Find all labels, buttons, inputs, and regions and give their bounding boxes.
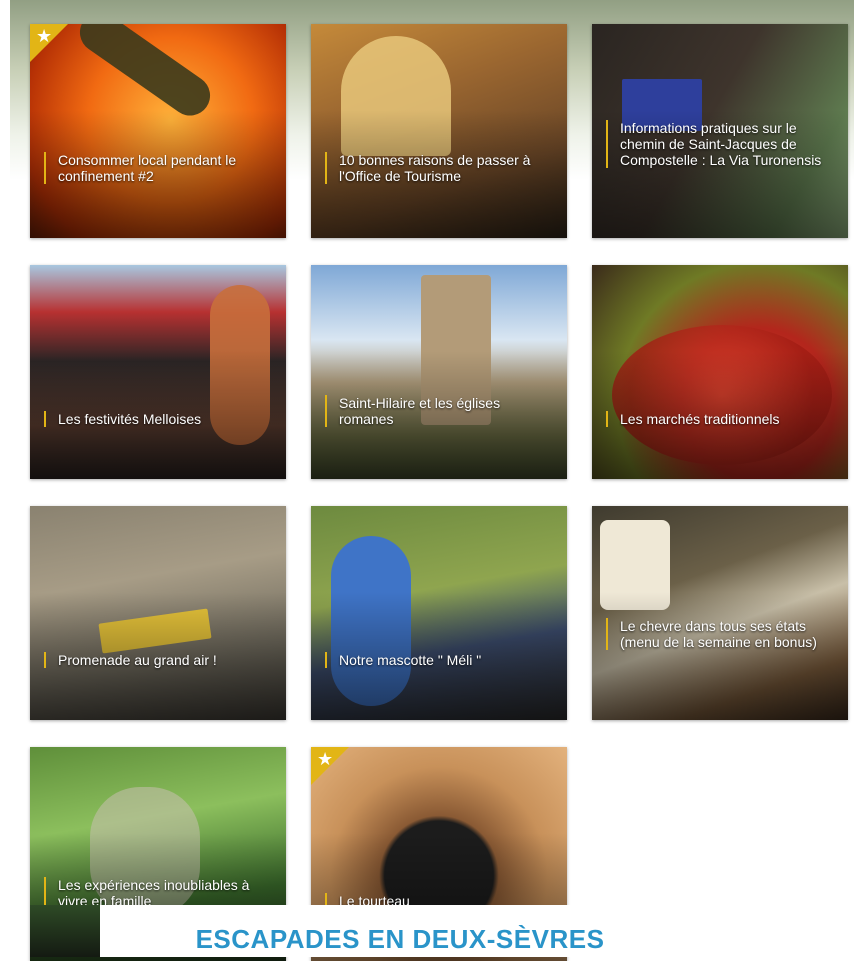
star-icon: ★	[36, 26, 53, 47]
article-card-festivites[interactable]: Les festivités Melloises	[30, 265, 286, 479]
article-card-promenade[interactable]: Promenade au grand air !	[30, 506, 286, 720]
article-card-saint-jacques[interactable]: Informations pratiques sur le chemin de …	[592, 24, 848, 238]
article-card-office-tourisme[interactable]: 10 bonnes raisons de passer à l'Office d…	[311, 24, 567, 238]
vegetable-illustration	[72, 24, 218, 124]
card-title: Le chevre dans tous ses états (menu de l…	[606, 618, 836, 650]
articles-grid: ★ Consommer local pendant le confinement…	[0, 0, 854, 961]
article-card-marches[interactable]: Les marchés traditionnels	[592, 265, 848, 479]
card-title: Consommer local pendant le confinement #…	[44, 152, 274, 184]
card-title: Promenade au grand air !	[44, 652, 274, 668]
article-card-mascotte[interactable]: Notre mascotte " Méli "	[311, 506, 567, 720]
article-card-chevre[interactable]: Le chevre dans tous ses états (menu de l…	[592, 506, 848, 720]
card-title: Informations pratiques sur le chemin de …	[606, 120, 836, 168]
card-title: 10 bonnes raisons de passer à l'Office d…	[325, 152, 555, 184]
card-title: Notre mascotte " Méli "	[325, 652, 555, 668]
card-title: Les festivités Melloises	[44, 411, 274, 427]
card-overlay	[592, 591, 848, 720]
star-icon: ★	[317, 749, 334, 770]
card-title: Les marchés traditionnels	[606, 411, 836, 427]
section-title: ESCAPADES EN DEUX-SÈVRES	[195, 924, 605, 954]
card-title: Saint-Hilaire et les églises romanes	[325, 395, 555, 427]
article-card-saint-hilaire[interactable]: Saint-Hilaire et les églises romanes	[311, 265, 567, 479]
article-card-consommer-local[interactable]: ★ Consommer local pendant le confinement…	[30, 24, 286, 238]
section-image-fragment	[30, 905, 100, 957]
